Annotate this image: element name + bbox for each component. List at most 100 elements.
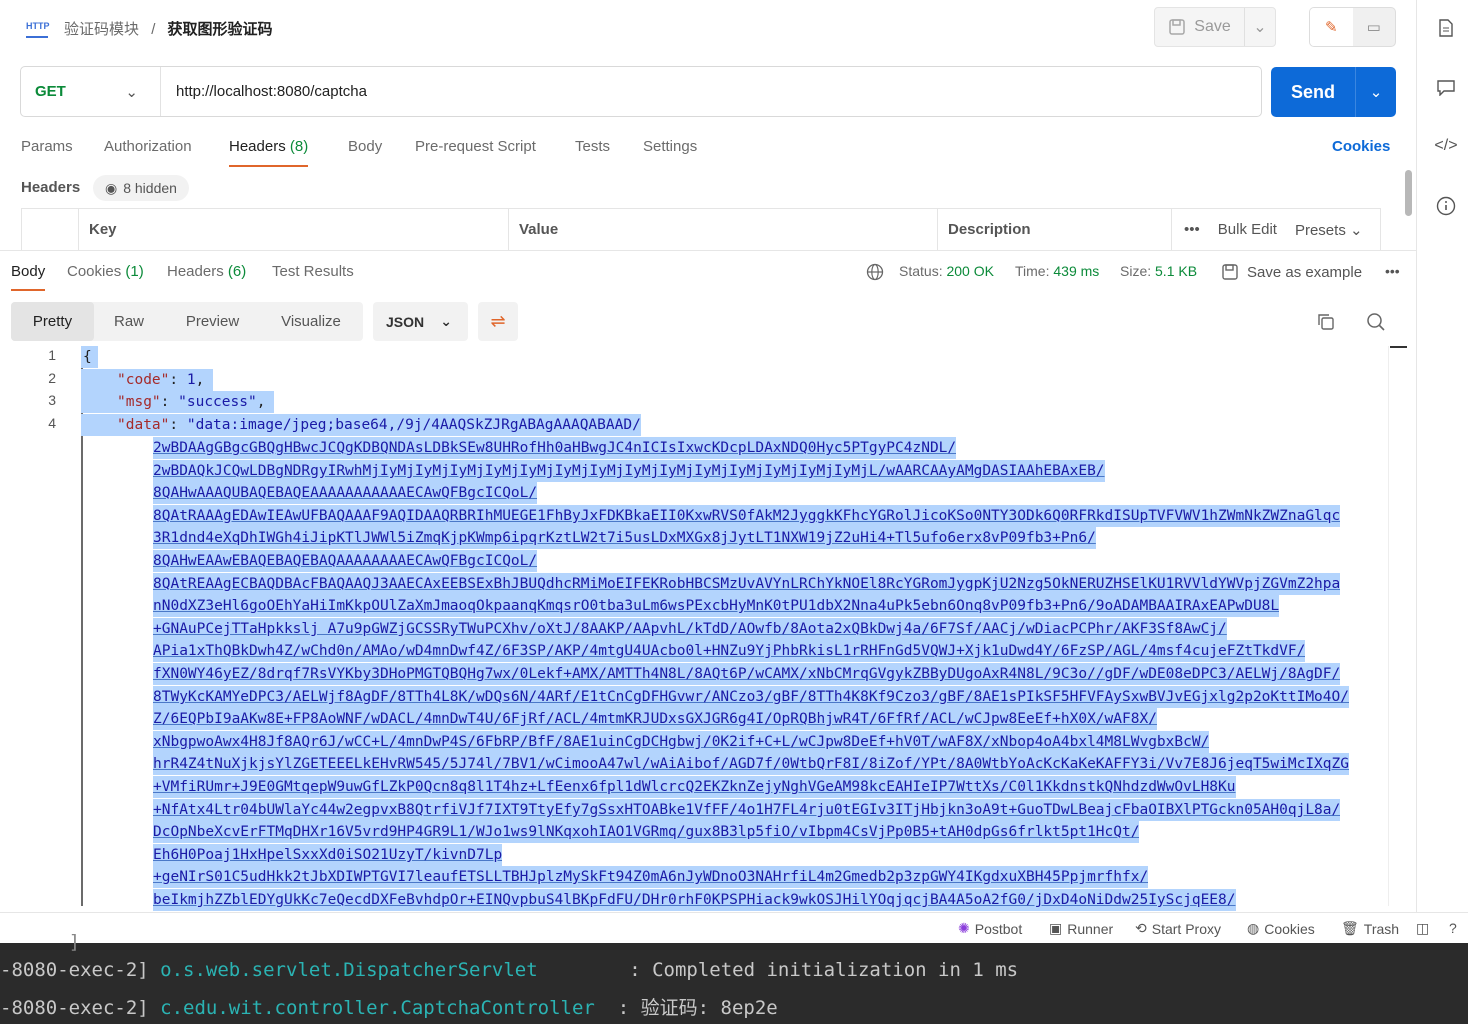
tab-headers[interactable]: Headers (8) [229,138,309,167]
globe-icon[interactable] [866,263,884,284]
chevron-down-icon: ⌄ [125,83,138,101]
code-data-line: +geNIrS01C5udHkk2tJbXDIWPTGVI7leaufETSLL… [153,866,1149,888]
code-line-code: "code": 1, [81,369,214,391]
editor-scroll-track[interactable] [1388,346,1389,906]
tab-pre-request-script[interactable]: Pre-request Script [415,138,536,155]
column-key: Key [79,209,509,250]
save-as-example-label: Save as example [1247,263,1363,281]
save-label: Save [1194,18,1231,35]
save-as-example-button[interactable]: Save as example [1221,263,1362,281]
console-line: -8080-exec-2] c.edu.wit.controller.Captc… [0,997,778,1019]
headers-table-header: Key Value Description ••• Bulk Edit Pres… [21,208,1381,250]
mode-toggle: ✎ ▭ [1309,7,1396,47]
method-select[interactable]: GET ⌄ [21,67,161,116]
code-data-line: Eh6H0Poaj1HxHpelSxxXd0iSO21UzyT/kivnD7Lp [153,844,503,866]
http-request-icon: HTTP [26,16,50,38]
cookies-button[interactable]: ◍ Cookies [1247,920,1315,937]
code-data-line: nN0dXZ3eHl6goOEhYaHiImKkpOUlZaXmJmaoqOkp… [153,595,1280,617]
console-line: -8080-exec-2] o.s.web.servlet.Dispatcher… [0,959,1019,981]
postbot-button[interactable]: ✺ Postbot [958,920,1022,937]
resp-tab-cookies[interactable]: Cookies (1) [67,263,144,280]
wrap-lines-button[interactable]: ⇌ [478,302,518,341]
tab-authorization[interactable]: Authorization [104,138,192,155]
url-bar: GET ⌄ http://localhost:8080/captcha [20,66,1262,117]
line-number: 4 [48,415,56,431]
format-label: JSON [386,313,425,330]
hidden-headers-toggle[interactable]: ◉ 8 hidden [93,175,189,201]
more-options-icon[interactable]: ••• [1184,221,1200,238]
send-dropdown-button[interactable]: ⌄ [1356,83,1396,101]
line-number: 3 [48,392,56,408]
view-mode-selector: Pretty Raw Preview Visualize [11,302,363,341]
code-data-line: hrR4Z4tNuXjkjsYlZGETEEELkEHvRW545/5J74l/… [153,753,1349,775]
help-icon[interactable]: ? [1449,920,1457,936]
code-data-line: 2wBDAQkJCQwLDBgNDRgyIRwhMjIyMjIyMjIyMjIy… [153,460,1105,482]
scrollbar[interactable] [1405,170,1412,216]
search-icon[interactable] [1364,310,1388,334]
time-indicator[interactable]: Time: 439 ms [1015,263,1099,279]
edit-mode-button[interactable]: ✎ [1310,8,1353,46]
ide-console: ] -8080-exec-2] o.s.web.servlet.Dispatch… [0,931,1468,1024]
view-visualize[interactable]: Visualize [261,302,361,341]
more-options-icon[interactable]: ••• [1385,263,1400,279]
resp-tab-headers[interactable]: Headers (6) [167,263,246,280]
runner-icon: ▣ [1049,920,1063,936]
line-number: 1 [48,347,56,363]
trash-icon: 🗑 [1341,920,1359,936]
code-icon[interactable]: </> [1430,130,1462,162]
tab-tests[interactable]: Tests [575,138,610,155]
view-raw[interactable]: Raw [94,302,164,341]
pane-divider[interactable] [0,250,1416,251]
tab-params[interactable]: Params [21,138,73,155]
format-select[interactable]: JSON ⌄ [373,302,468,341]
code-data-line: +GNAuPCejTTaHpkkslj A7u9pGWZjGCSSRyTWuPC… [153,618,1227,640]
size-indicator[interactable]: Size: 5.1 KB [1120,263,1197,279]
url-input[interactable]: http://localhost:8080/captcha [161,83,367,100]
resp-tab-test-results[interactable]: Test Results [272,263,354,280]
bulk-edit-button[interactable]: Bulk Edit [1218,221,1277,238]
presets-dropdown[interactable]: Presets ⌄ [1295,221,1363,239]
view-pretty[interactable]: Pretty [11,302,94,341]
column-description: Description [938,209,1172,250]
comment-mode-button[interactable]: ▭ [1353,8,1396,46]
code-data-line: DcOpNbeXcvErFTMqDHXr16V5vrd9HP4GR9L1/WJo… [153,821,1140,843]
resp-tab-body[interactable]: Body [11,263,46,291]
code-brace: { [81,346,98,368]
comments-icon[interactable] [1430,72,1462,104]
breadcrumb-collection[interactable]: 验证码模块 [64,21,139,38]
save-button-group: Save ⌄ [1154,7,1276,47]
code-data-line: Z/6EQPbI9aAKw8E+FP8AoWNF/wDACL/4mnDwT4U/… [153,708,1157,730]
tab-settings[interactable]: Settings [643,138,697,155]
documentation-icon[interactable] [1430,12,1462,44]
proxy-icon: ⟲ [1135,920,1147,936]
runner-button[interactable]: ▣ Runner [1049,920,1113,937]
checkbox-column [22,209,79,250]
save-icon [1169,19,1186,35]
code-data-line: APia1xThQBkDwh4Z/wChd0n/AMAo/wD4mnDwf4Z/… [153,640,1306,662]
start-proxy-button[interactable]: ⟲ Start Proxy [1135,920,1221,937]
tab-body[interactable]: Body [348,138,382,155]
tab-headers-label: Headers [229,138,286,155]
trash-button[interactable]: 🗑 Trash [1341,920,1399,937]
code-data-line: 8QAHwEAAwEBAQEBAQEBAQAAAAAAAAECAwQFBgcIC… [153,550,538,572]
code-data-line: 8QAtREAAgECBAQDBAcFBAQAAQJ3AAECAxEEBSExB… [153,573,1341,595]
breadcrumb-request-name[interactable]: 获取图形验证码 [168,21,273,38]
send-button[interactable]: Send [1271,67,1356,117]
save-icon [1222,264,1238,280]
layout-icon[interactable]: ◫ [1416,920,1429,937]
hidden-headers-label: 8 hidden [123,180,177,196]
cookies-link[interactable]: Cookies [1332,138,1390,155]
info-icon[interactable] [1430,190,1462,222]
right-sidebar-divider [1416,0,1417,912]
save-button[interactable]: Save [1155,8,1245,46]
status-indicator[interactable]: Status: 200 OK [899,263,994,279]
copy-icon[interactable] [1314,310,1338,334]
code-data-line: 8QAHwAAAQUBAQEBAQEAAAAAAAAAAAECAwQFBgcIC… [153,482,538,504]
save-dropdown-button[interactable]: ⌄ [1245,17,1275,37]
view-preview[interactable]: Preview [164,302,261,341]
method-label: GET [35,83,66,100]
code-data-line: 8QAtRAAAgEDAwIEAwUFBAQAAAF9AQIDAAQRBRIhM… [153,505,1341,527]
breadcrumb-separator: / [151,21,156,38]
cookie-icon: ◍ [1247,920,1260,936]
table-actions: ••• Bulk Edit Presets ⌄ [1172,209,1363,250]
